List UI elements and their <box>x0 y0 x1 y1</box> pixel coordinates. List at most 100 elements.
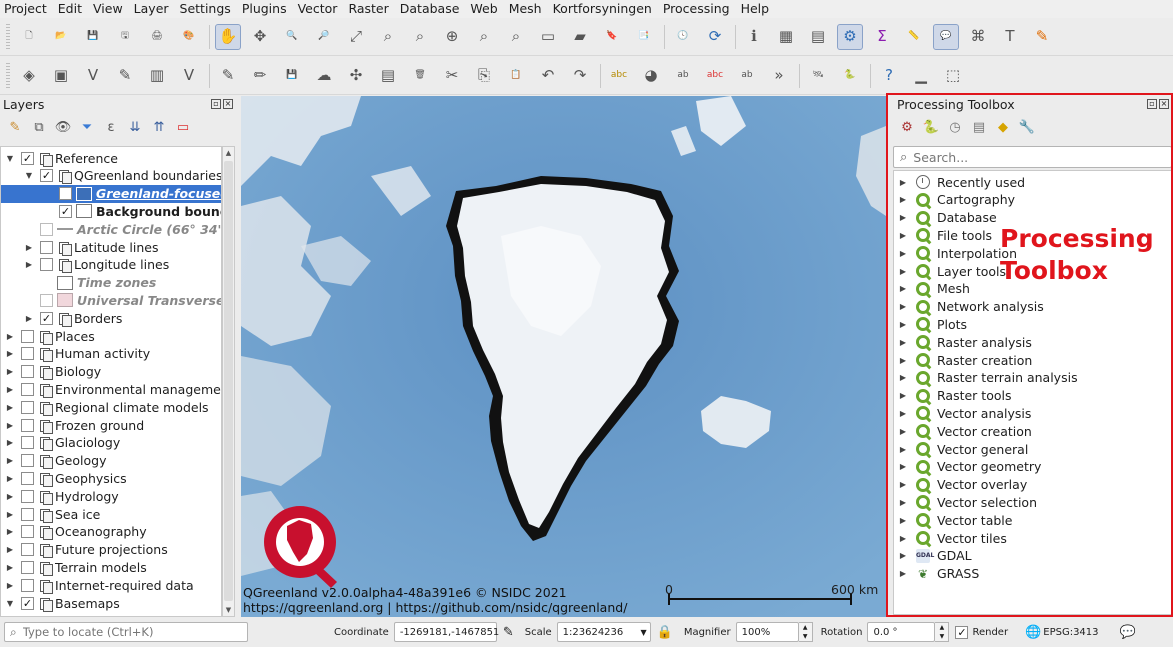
layer-tree-item[interactable]: ▶ Biology <box>1 363 221 381</box>
zoom-full-icon[interactable]: ⤢ <box>343 24 369 50</box>
processing-toolbox-icon[interactable]: ⚙ <box>837 23 863 50</box>
remove-layer-icon[interactable]: ▭ <box>174 120 192 135</box>
layer-visibility-checkbox[interactable] <box>21 471 34 485</box>
refresh-icon[interactable]: ⟳ <box>702 24 728 50</box>
new-geopackage-icon[interactable]: ▣ <box>48 63 74 89</box>
toolbox-provider-item[interactable]: ▶ Vector analysis <box>894 404 1171 422</box>
toolbox-provider-item[interactable]: ▶ Plots <box>894 315 1171 333</box>
label-pin-icon[interactable]: ab <box>670 63 696 89</box>
chevron-right-icon[interactable]: ▶ <box>5 367 15 376</box>
toolbox-provider-item[interactable]: ▶ Vector overlay <box>894 476 1171 494</box>
layer-tree-item[interactable]: ✓ Background boundary <box>1 202 221 220</box>
profile-icon[interactable]: ▁ <box>908 63 934 89</box>
rotation-spinner[interactable]: ▲ ▼ <box>935 622 950 642</box>
layer-tree-item[interactable]: ▶ Places <box>1 327 221 345</box>
menu-plugins[interactable]: Plugins <box>242 0 287 18</box>
scrollbar-thumb[interactable] <box>224 161 233 601</box>
layer-visibility-checkbox[interactable] <box>21 382 34 396</box>
bookmarks-icon[interactable]: 📑 <box>631 24 657 50</box>
layer-tree-item[interactable]: ▼ ✓ Reference <box>1 149 221 167</box>
filter-expression-icon[interactable]: ε <box>102 120 120 135</box>
chevron-right-icon[interactable]: ▶ <box>5 492 15 501</box>
chevron-right-icon[interactable]: ▶ <box>898 195 908 204</box>
chevron-right-icon[interactable]: ▶ <box>5 403 15 412</box>
cut-features-icon[interactable]: ✂ <box>439 63 465 89</box>
layer-tree-item[interactable]: ▶ ✓ Borders <box>1 309 221 327</box>
layer-tree-item[interactable]: ▼ ✓ Basemaps <box>1 594 221 612</box>
select-features-icon[interactable]: ⬚ <box>940 63 966 89</box>
chevron-right-icon[interactable]: ▶ <box>898 213 908 222</box>
toolbar-handle[interactable] <box>6 62 10 89</box>
qgreenland-plugin-icon[interactable]: ✎ <box>1029 24 1055 50</box>
save-as-icon[interactable]: 🖫 <box>112 24 138 50</box>
toolbox-provider-item[interactable]: ▶ ❦ GRASS <box>894 565 1171 583</box>
attribute-table-icon[interactable]: ▦ <box>773 24 799 50</box>
delete-selected-icon[interactable]: 🗑 <box>407 63 433 89</box>
layer-visibility-checkbox[interactable] <box>21 365 34 379</box>
layer-tree-item[interactable]: ▼ ✓ QGreenland boundaries <box>1 167 221 185</box>
layer-visibility-checkbox[interactable] <box>40 258 53 272</box>
layer-tree-item[interactable]: ▶ Oceanography <box>1 523 221 541</box>
close-panel-icon[interactable]: × <box>223 99 233 109</box>
layer-visibility-checkbox[interactable] <box>21 418 34 432</box>
menu-web[interactable]: Web <box>470 0 497 18</box>
layer-styling-icon[interactable]: ✎ <box>6 120 24 135</box>
chevron-right-icon[interactable]: ▶ <box>898 445 908 454</box>
edits-icon[interactable]: ✎ <box>215 63 241 89</box>
new-3d-view-icon[interactable]: ▰ <box>567 24 593 50</box>
map-canvas[interactable]: QGreenland v2.0.0alpha4-48a391e6 © NSIDC… <box>241 96 886 617</box>
float-panel-icon[interactable]: ▫ <box>211 99 221 109</box>
menu-project[interactable]: Project <box>4 0 47 18</box>
chevron-right-icon[interactable]: ▶ <box>898 409 908 418</box>
magnifier-spinner[interactable]: ▲ ▼ <box>798 622 813 642</box>
chevron-right-icon[interactable]: ▶ <box>898 267 908 276</box>
chevron-right-icon[interactable]: ▶ <box>24 314 34 323</box>
chevron-right-icon[interactable]: ▶ <box>898 569 908 578</box>
layer-visibility-checkbox[interactable] <box>21 489 34 503</box>
toolbox-provider-item[interactable]: ▶ GDAL GDAL <box>894 547 1171 565</box>
chevron-right-icon[interactable]: ▶ <box>898 498 908 507</box>
layer-tree-item[interactable]: ▶ Future projections <box>1 541 221 559</box>
more-tools-icon[interactable]: » <box>766 63 792 89</box>
zoom-native-icon[interactable]: ⊕ <box>439 24 465 50</box>
float-panel-icon[interactable]: ▫ <box>1147 99 1157 109</box>
locator-bar[interactable]: ⌕ <box>4 622 248 642</box>
magnifier-field[interactable]: 100% <box>735 622 799 642</box>
models-icon[interactable]: ⚙ <box>898 120 916 135</box>
layer-tree-item[interactable]: Arctic Circle (66° 34' N) <box>1 220 221 238</box>
chevron-right-icon[interactable]: ▶ <box>5 527 15 536</box>
layer-tree-item[interactable]: ▶ Latitude lines <box>1 238 221 256</box>
crs-globe-icon[interactable]: 🌐 <box>1025 625 1041 640</box>
modify-attributes-icon[interactable]: ▤ <box>375 63 401 89</box>
toolbox-provider-item[interactable]: ▶ Raster analysis <box>894 333 1171 351</box>
menu-database[interactable]: Database <box>400 0 460 18</box>
zoom-last-icon[interactable]: ⌕ <box>471 24 497 50</box>
menu-processing[interactable]: Processing <box>663 0 730 18</box>
zoom-to-selection-icon[interactable]: ⌕ <box>375 24 401 50</box>
bookmark-new-icon[interactable]: 🔖 <box>599 24 625 50</box>
layer-visibility-checkbox[interactable] <box>21 507 34 521</box>
metasearch-icon[interactable]: V <box>176 63 202 89</box>
toolbox-provider-item[interactable]: ▶ Vector general <box>894 440 1171 458</box>
label-abc-icon[interactable]: abc <box>606 63 632 89</box>
chevron-down-icon[interactable]: ▼ <box>5 599 15 608</box>
menu-edit[interactable]: Edit <box>58 0 82 18</box>
menu-kortforsyningen[interactable]: Kortforsyningen <box>553 0 652 18</box>
chevron-right-icon[interactable]: ▶ <box>898 178 908 187</box>
menu-raster[interactable]: Raster <box>348 0 388 18</box>
layer-tree-item[interactable]: Time zones <box>1 274 221 292</box>
manage-visibility-icon[interactable]: 👁 <box>54 120 72 135</box>
layer-tree-item[interactable]: ▶ Geophysics <box>1 469 221 487</box>
scale-combo[interactable]: 1:23624236 ▼ <box>556 622 651 642</box>
render-checkbox[interactable]: ✓ <box>955 625 969 639</box>
chevron-right-icon[interactable]: ▶ <box>898 302 908 311</box>
layer-visibility-checkbox[interactable]: ✓ <box>59 204 72 218</box>
toolbox-provider-item[interactable]: ▶ Raster terrain analysis <box>894 369 1171 387</box>
toggle-editing-icon[interactable]: ✏ <box>247 63 273 89</box>
crs-button[interactable]: EPSG:3413 <box>1043 627 1098 638</box>
layer-visibility-checkbox[interactable] <box>21 347 34 361</box>
layer-tree-item[interactable]: ▶ Sea ice <box>1 505 221 523</box>
new-map-view-icon[interactable]: ▭ <box>535 24 561 50</box>
redo-icon[interactable]: ↷ <box>567 63 593 89</box>
chevron-right-icon[interactable]: ▶ <box>898 551 908 560</box>
